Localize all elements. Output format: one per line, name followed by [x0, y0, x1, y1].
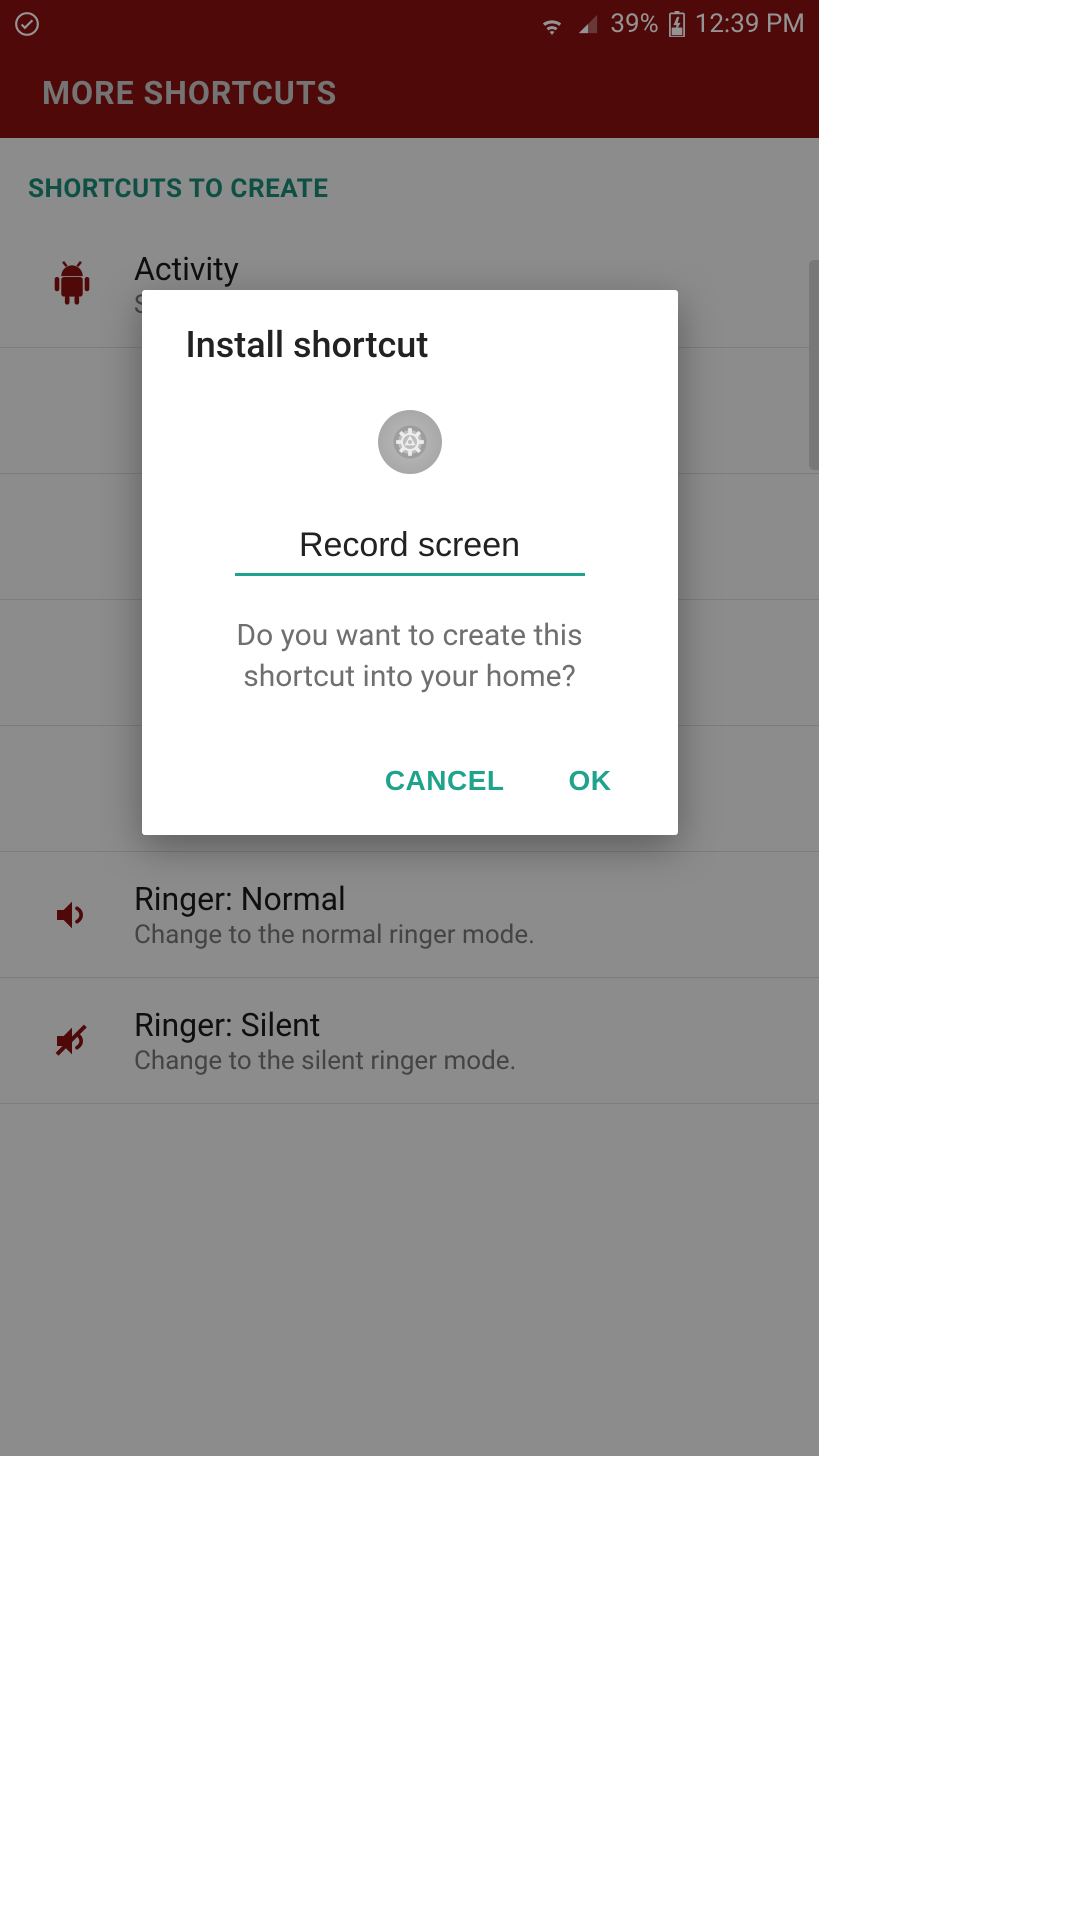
gear-icon [378, 410, 442, 474]
install-shortcut-dialog: Install shortcut [142, 290, 678, 835]
cancel-button[interactable]: CANCEL [379, 757, 511, 805]
modal-scrim[interactable]: Install shortcut [0, 0, 819, 1456]
dialog-message: Do you want to create this shortcut into… [190, 616, 630, 697]
dialog-icon-wrap [186, 410, 634, 474]
dialog-actions: CANCEL OK [186, 757, 634, 815]
shortcut-name-input[interactable] [235, 520, 585, 576]
dialog-input-wrap [186, 520, 634, 576]
dialog-title: Install shortcut [186, 324, 634, 366]
screen: 39% 12:39 PM MORE SHORTCUTS SHORTCUTS TO… [0, 0, 819, 1456]
ok-button[interactable]: OK [563, 757, 618, 805]
